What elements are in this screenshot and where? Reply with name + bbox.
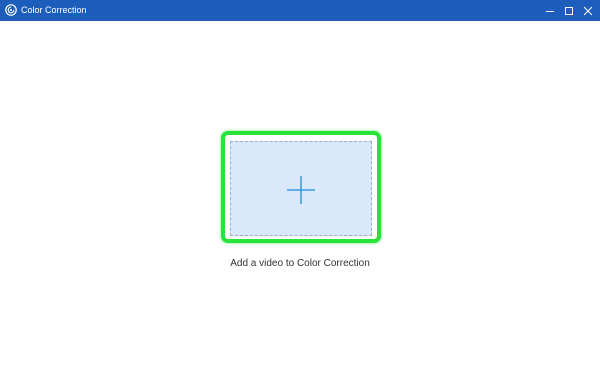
add-video-drop-zone[interactable] [221,131,381,243]
drop-zone-caption: Add a video to Color Correction [230,258,370,269]
minimize-button[interactable] [540,0,560,21]
minimize-icon [546,10,554,12]
close-icon [583,6,593,15]
maximize-icon [565,6,573,15]
maximize-button[interactable] [559,0,579,21]
window-title: Color Correction [21,5,87,15]
drop-zone-area[interactable] [230,141,372,236]
app-logo-icon [5,4,17,16]
title-bar[interactable]: Color Correction [0,0,600,21]
close-button[interactable] [578,0,598,21]
app-window: Color Correction Add a video to Color Co… [0,0,600,391]
plus-icon [287,175,315,204]
